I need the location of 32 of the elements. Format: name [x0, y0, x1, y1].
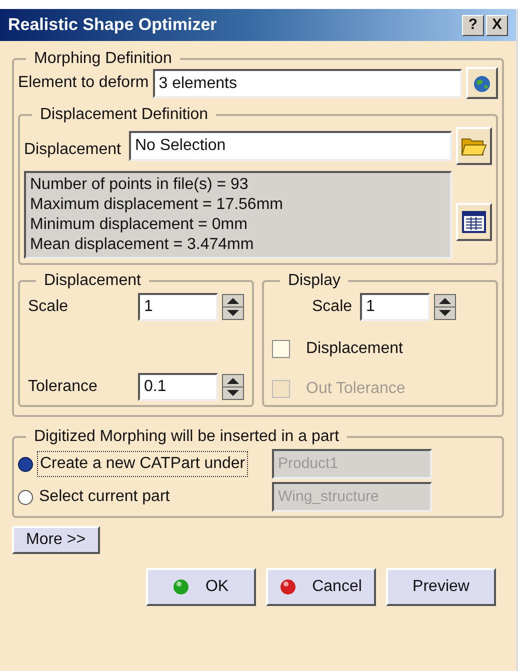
part-field: Product1 [272, 449, 432, 479]
field-label: Scale [28, 297, 68, 317]
window-title: Realistic Shape Optimizer [8, 14, 217, 36]
group-legend: Displacement [36, 269, 149, 293]
displacement-field[interactable]: No Selection [128, 131, 452, 161]
checkbox-label: Displacement [306, 339, 403, 359]
element-field[interactable]: 3 elements [152, 68, 462, 98]
info-line: Minimum displacement = 0mm [30, 215, 248, 235]
title-bar-button[interactable]: X [486, 14, 508, 36]
part-field: Wing_structure [272, 482, 432, 512]
field-label: Tolerance [28, 377, 98, 397]
group-legend: Morphing Definition [26, 47, 180, 71]
checkbox-label: Out Tolerance [306, 379, 406, 399]
title-bar-button[interactable]: ? [462, 14, 484, 36]
info-line: Number of points in file(s) = 93 [30, 175, 250, 195]
info-line: Mean displacement = 3.474mm [30, 235, 255, 255]
group-legend: Displacement Definition [32, 103, 216, 127]
radio-label: Create a new CATPart under [37, 451, 248, 477]
field-label: Displacement [24, 140, 121, 160]
dialog-button[interactable]: OK [146, 568, 256, 606]
spinner-field[interactable]: 1 [360, 293, 430, 321]
radio-label: Select current part [38, 487, 171, 507]
spinner-field[interactable]: 1 [138, 293, 218, 321]
field-label: Element to deform [18, 73, 149, 93]
dialog-button[interactable]: Cancel [266, 568, 376, 606]
spinner-field[interactable]: 0.1 [138, 373, 218, 401]
group-legend: Digitized Morphing will be inserted in a part [26, 425, 348, 449]
info-line: Maximum displacement = 17.56mm [30, 195, 284, 215]
dialog-button[interactable]: Preview [386, 568, 496, 606]
group-legend: Display [280, 269, 348, 293]
more-button[interactable]: More >> [12, 526, 100, 554]
field-label: Scale [312, 297, 352, 317]
